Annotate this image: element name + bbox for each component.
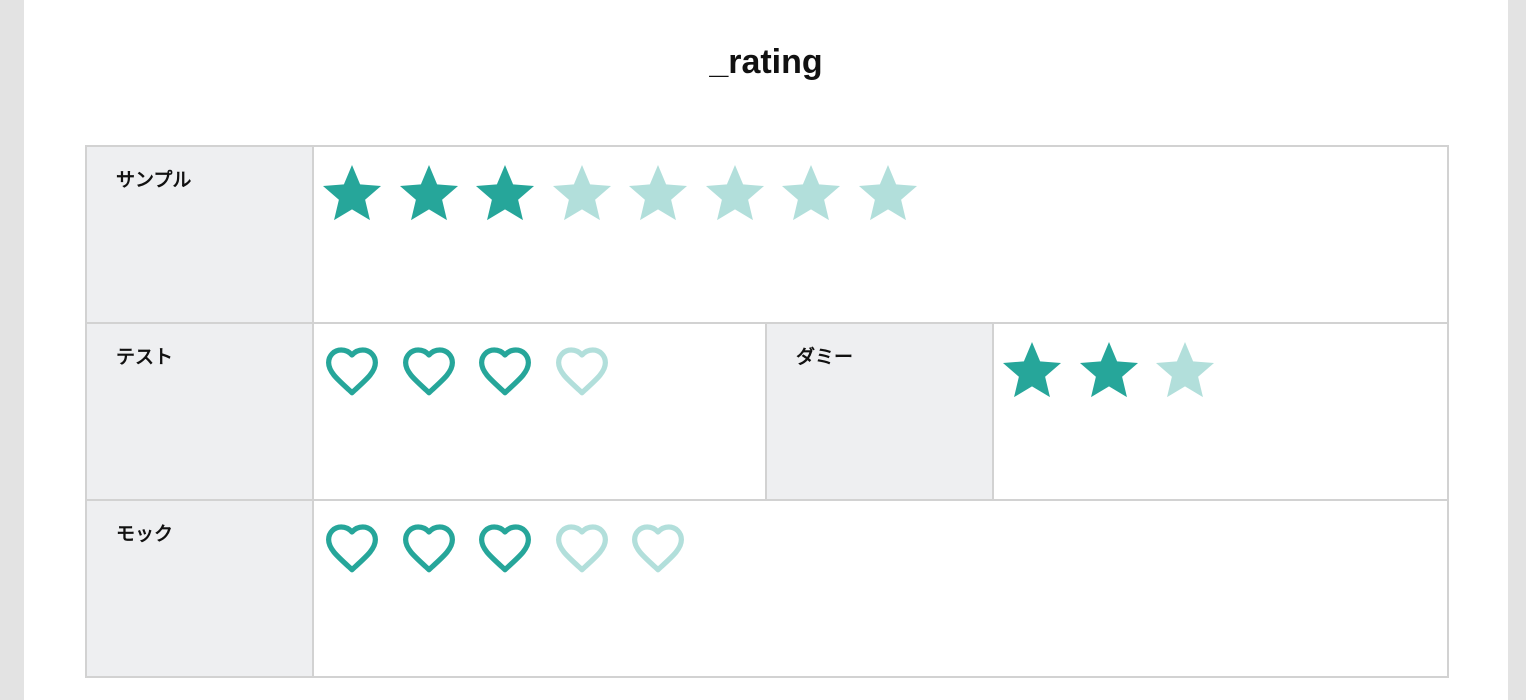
rating-field [311,499,1450,678]
heart-icon[interactable] [472,513,549,579]
star-icon[interactable] [549,159,626,225]
heart-icon[interactable] [396,513,473,579]
heart-icon[interactable] [319,513,396,579]
rating-label: サンプル [85,145,314,324]
star-icon[interactable] [396,159,473,225]
heart-icon[interactable] [625,513,702,579]
heart-icon[interactable] [396,336,473,402]
table-row: モック [85,499,1450,678]
rating-control[interactable] [319,159,1447,225]
rating-control[interactable] [319,336,765,402]
heart-icon[interactable] [319,336,396,402]
page: _rating サンプル テスト ダミー モック [24,0,1508,700]
star-icon[interactable] [702,159,779,225]
rating-label: ダミー [765,322,994,501]
rating-field [312,322,767,501]
table-row: テスト ダミー [85,322,1450,501]
table-row: サンプル [85,145,1450,324]
rating-label: モック [85,499,314,678]
star-icon[interactable] [778,159,855,225]
heart-icon[interactable] [549,336,626,402]
rating-control[interactable] [319,513,1447,579]
rating-field [991,322,1450,501]
heart-icon[interactable] [472,336,549,402]
page-title: _rating [709,43,823,81]
star-icon[interactable] [472,159,549,225]
star-icon[interactable] [855,159,932,225]
rating-field [311,145,1450,324]
star-icon[interactable] [625,159,702,225]
star-icon[interactable] [999,336,1076,402]
star-icon[interactable] [1152,336,1229,402]
rating-table: サンプル テスト ダミー モック [85,145,1450,678]
heart-icon[interactable] [549,513,626,579]
star-icon[interactable] [1076,336,1153,402]
star-icon[interactable] [319,159,396,225]
rating-label: テスト [85,322,314,501]
rating-control[interactable] [999,336,1447,402]
